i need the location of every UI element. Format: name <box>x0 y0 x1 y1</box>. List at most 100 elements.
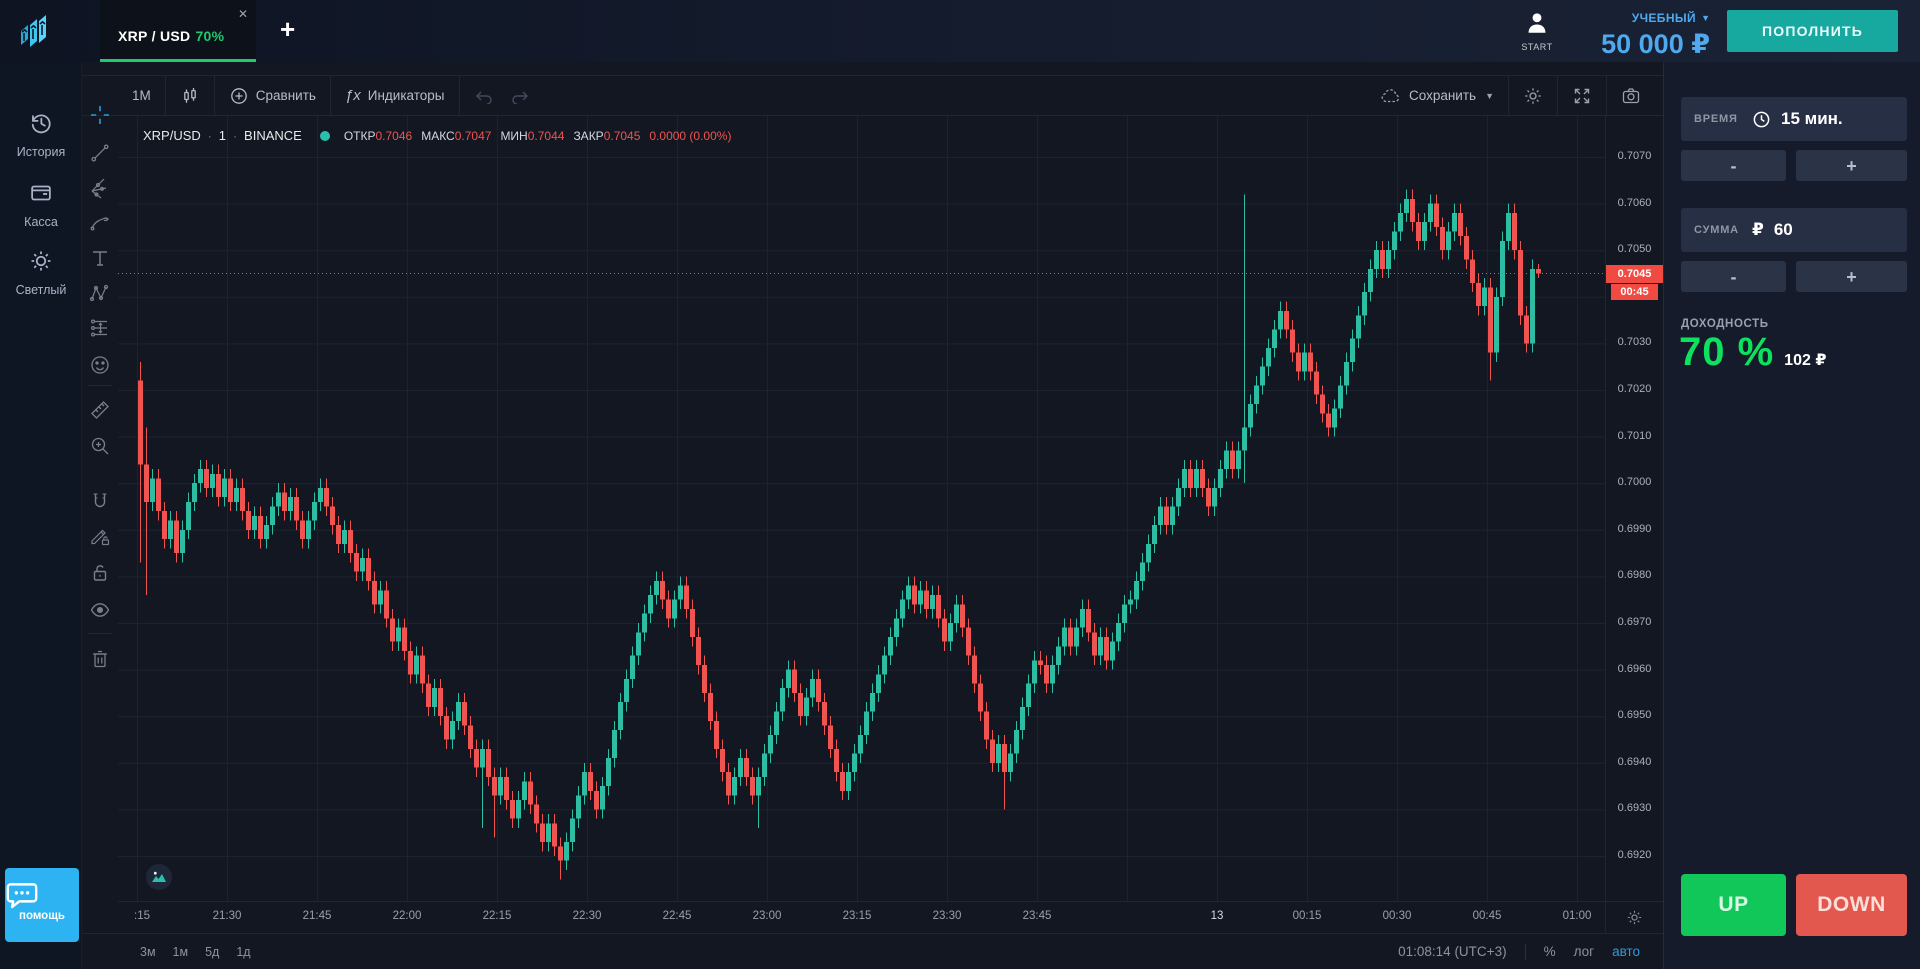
sidebar-item-label: История <box>0 145 82 159</box>
trade-panel: ВРЕМЯ 15 мин. - + СУММА ₽ 60 - + ДОХОДНО… <box>1663 62 1920 969</box>
crosshair-icon[interactable] <box>89 104 111 126</box>
price-axis-label: 0.7070 <box>1606 150 1663 162</box>
time-axis[interactable]: :1521:3021:4522:0022:1522:3022:4523:0023… <box>118 901 1605 933</box>
time-axis-label: 13 <box>1211 910 1224 922</box>
compare-plus-icon <box>229 86 249 106</box>
legend-symbol[interactable]: XRP/USD <box>143 128 201 143</box>
toolbar-divider <box>88 385 112 386</box>
price-axis-label: 0.6920 <box>1606 849 1663 861</box>
tab-payout: 70% <box>195 28 224 44</box>
eye-icon[interactable] <box>89 599 111 621</box>
payout-percent: 70 % <box>1679 330 1774 375</box>
price-axis-label: 0.7030 <box>1606 336 1663 348</box>
sidebar-item-cashier[interactable]: Касса <box>0 180 82 229</box>
save-layout-button[interactable]: Сохранить ▼ <box>1366 76 1508 115</box>
undo-icon <box>474 88 494 104</box>
interval-button[interactable]: 1М <box>118 76 165 115</box>
candles <box>138 190 1541 880</box>
draw-lock-icon[interactable] <box>89 526 111 548</box>
chart-style-button[interactable] <box>166 76 214 115</box>
chart-plot[interactable]: XRP/USD · 1 · BINANCE ОТКР0.7046 МАКС0.7… <box>118 116 1605 901</box>
time-axis-label: 22:45 <box>663 910 692 922</box>
drawing-toolbar <box>82 75 118 969</box>
time-plus-button[interactable]: + <box>1796 150 1907 181</box>
fullscreen-button[interactable] <box>1558 76 1606 115</box>
help-button[interactable]: помощь <box>5 868 79 942</box>
magnet-icon[interactable] <box>89 491 111 513</box>
chart-pane: 1М С <box>82 62 1663 969</box>
legend-close: ЗАКР0.7045 <box>573 129 640 143</box>
lock-icon[interactable] <box>89 562 111 584</box>
chart-toolbar: 1М С <box>82 75 1663 116</box>
price-axis-label: 0.7050 <box>1606 243 1663 255</box>
zoom-in-icon[interactable] <box>89 435 111 457</box>
fullscreen-icon <box>1572 86 1592 106</box>
account-switcher[interactable]: УЧЕБНЫЙ▼ 50 000 ₽ <box>1601 9 1710 60</box>
time-minus-button[interactable]: - <box>1681 150 1786 181</box>
amount-field[interactable]: СУММА ₽ 60 <box>1681 208 1907 252</box>
left-sidebar: История Касса Светлый <box>0 62 82 969</box>
sidebar-item-label: Касса <box>0 215 82 229</box>
amount-field-value: 60 <box>1774 220 1793 240</box>
market-status-dot <box>320 131 330 141</box>
tab-close-icon[interactable]: ✕ <box>238 8 248 20</box>
price-axis-label: 0.6940 <box>1606 756 1663 768</box>
time-axis-label: 00:30 <box>1383 910 1412 922</box>
amount-plus-button[interactable]: + <box>1796 261 1907 292</box>
range-button-5д[interactable]: 5д <box>205 945 219 959</box>
account-caret-icon: ▼ <box>1701 13 1710 23</box>
amount-field-label: СУММА <box>1694 224 1752 236</box>
tab-xrp-usd[interactable]: XRP / USD70% ✕ <box>100 0 256 62</box>
price-axis[interactable]: 0.70700.70600.70500.70300.70200.70100.70… <box>1605 116 1663 901</box>
redo-button[interactable] <box>508 76 544 115</box>
xabcd-pattern-icon[interactable] <box>89 282 111 304</box>
time-axis-label: 00:45 <box>1473 910 1502 922</box>
time-axis-label: 23:00 <box>753 910 782 922</box>
emoji-icon[interactable] <box>89 354 111 376</box>
forecast-icon[interactable] <box>89 317 111 339</box>
range-button-1д[interactable]: 1д <box>236 945 250 959</box>
app-logo-icon[interactable] <box>14 9 58 53</box>
chart-toolbar-left: 1М С <box>118 76 544 115</box>
chart-settings-button[interactable] <box>1509 76 1557 115</box>
percent-scale-button[interactable]: % <box>1544 944 1556 959</box>
legend-change: 0.0000 (0.00%) <box>649 129 731 143</box>
chart-toolbar-right: Сохранить ▼ <box>1366 76 1663 115</box>
camera-icon <box>1621 86 1641 106</box>
up-button[interactable]: UP <box>1681 874 1786 936</box>
top-bar: XRP / USD70% ✕ + START УЧЕБНЫЙ▼ 50 000 ₽… <box>0 0 1920 62</box>
current-price-tag: 0.7045 <box>1606 265 1663 283</box>
brush-icon[interactable] <box>89 212 111 234</box>
screenshot-button[interactable] <box>1607 76 1655 115</box>
legend-low: МИН0.7044 <box>500 129 564 143</box>
auto-scale-button[interactable]: авто <box>1612 944 1640 959</box>
time-field[interactable]: ВРЕМЯ 15 мин. <box>1681 97 1907 141</box>
log-scale-button[interactable]: лог <box>1574 944 1594 959</box>
amount-minus-button[interactable]: - <box>1681 261 1786 292</box>
compare-button[interactable]: Сравнить <box>215 76 330 115</box>
time-axis-label: 21:30 <box>213 910 242 922</box>
time-axis-label: 22:15 <box>483 910 512 922</box>
trash-icon[interactable] <box>89 648 111 670</box>
sidebar-item-label: Светлый <box>0 283 82 297</box>
trendline-icon[interactable] <box>89 142 111 164</box>
chart-watermark-button[interactable] <box>146 864 172 890</box>
clock-display[interactable]: 01:08:14 (UTC+3) <box>1398 944 1506 959</box>
account-type-label: УЧЕБНЫЙ <box>1632 11 1696 25</box>
add-tab-button[interactable]: + <box>280 16 295 42</box>
axis-settings-button[interactable] <box>1605 901 1663 933</box>
indicators-button[interactable]: ƒx Индикаторы <box>331 76 459 115</box>
price-axis-label: 0.6980 <box>1606 569 1663 581</box>
range-button-1м[interactable]: 1м <box>173 945 189 959</box>
ruler-icon[interactable] <box>89 399 111 421</box>
text-icon[interactable] <box>89 247 111 269</box>
range-button-3м[interactable]: 3м <box>140 945 156 959</box>
deposit-button[interactable]: ПОПОЛНИТЬ <box>1727 10 1898 52</box>
gann-fib-icon[interactable] <box>89 177 111 199</box>
undo-button[interactable] <box>460 76 508 115</box>
sidebar-item-theme[interactable]: Светлый <box>0 248 82 297</box>
start-user-button[interactable]: START <box>1514 10 1560 52</box>
sidebar-item-history[interactable]: История <box>0 110 82 159</box>
down-button[interactable]: DOWN <box>1796 874 1907 936</box>
time-field-label: ВРЕМЯ <box>1694 113 1752 125</box>
